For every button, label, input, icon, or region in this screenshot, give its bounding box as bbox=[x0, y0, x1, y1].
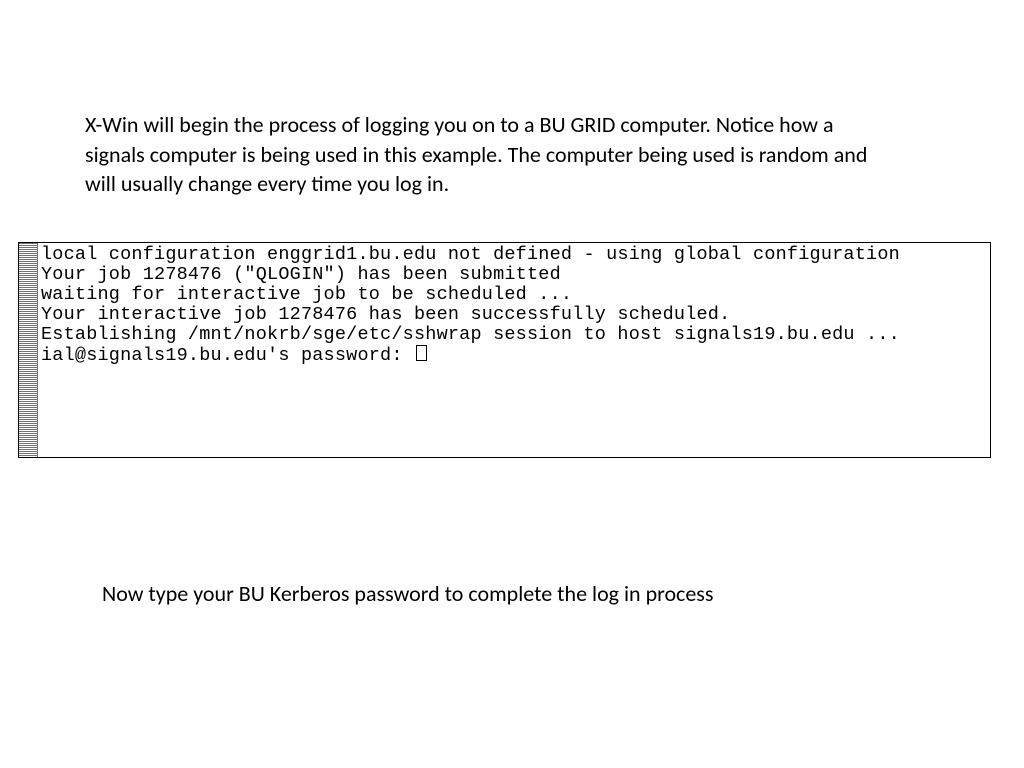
terminal-output: local configuration enggrid1.bu.edu not … bbox=[41, 245, 986, 366]
terminal-line: Your job 1278476 ("QLOGIN") has been sub… bbox=[41, 264, 561, 285]
terminal-line: Your interactive job 1278476 has been su… bbox=[41, 304, 730, 325]
terminal-line: Establishing /mnt/nokrb/sge/etc/sshwrap … bbox=[41, 324, 900, 345]
terminal-window[interactable]: local configuration enggrid1.bu.edu not … bbox=[18, 242, 991, 458]
terminal-line: local configuration enggrid1.bu.edu not … bbox=[41, 244, 900, 265]
terminal-line: waiting for interactive job to be schedu… bbox=[41, 284, 572, 305]
instruction-text: Now type your BU Kerberos password to co… bbox=[102, 580, 902, 607]
intro-paragraph: X-Win will begin the process of logging … bbox=[85, 110, 885, 199]
cursor-icon bbox=[416, 345, 427, 361]
password-prompt[interactable]: ial@signals19.bu.edu's password: bbox=[41, 345, 414, 366]
terminal-scrollbar[interactable] bbox=[19, 243, 38, 457]
